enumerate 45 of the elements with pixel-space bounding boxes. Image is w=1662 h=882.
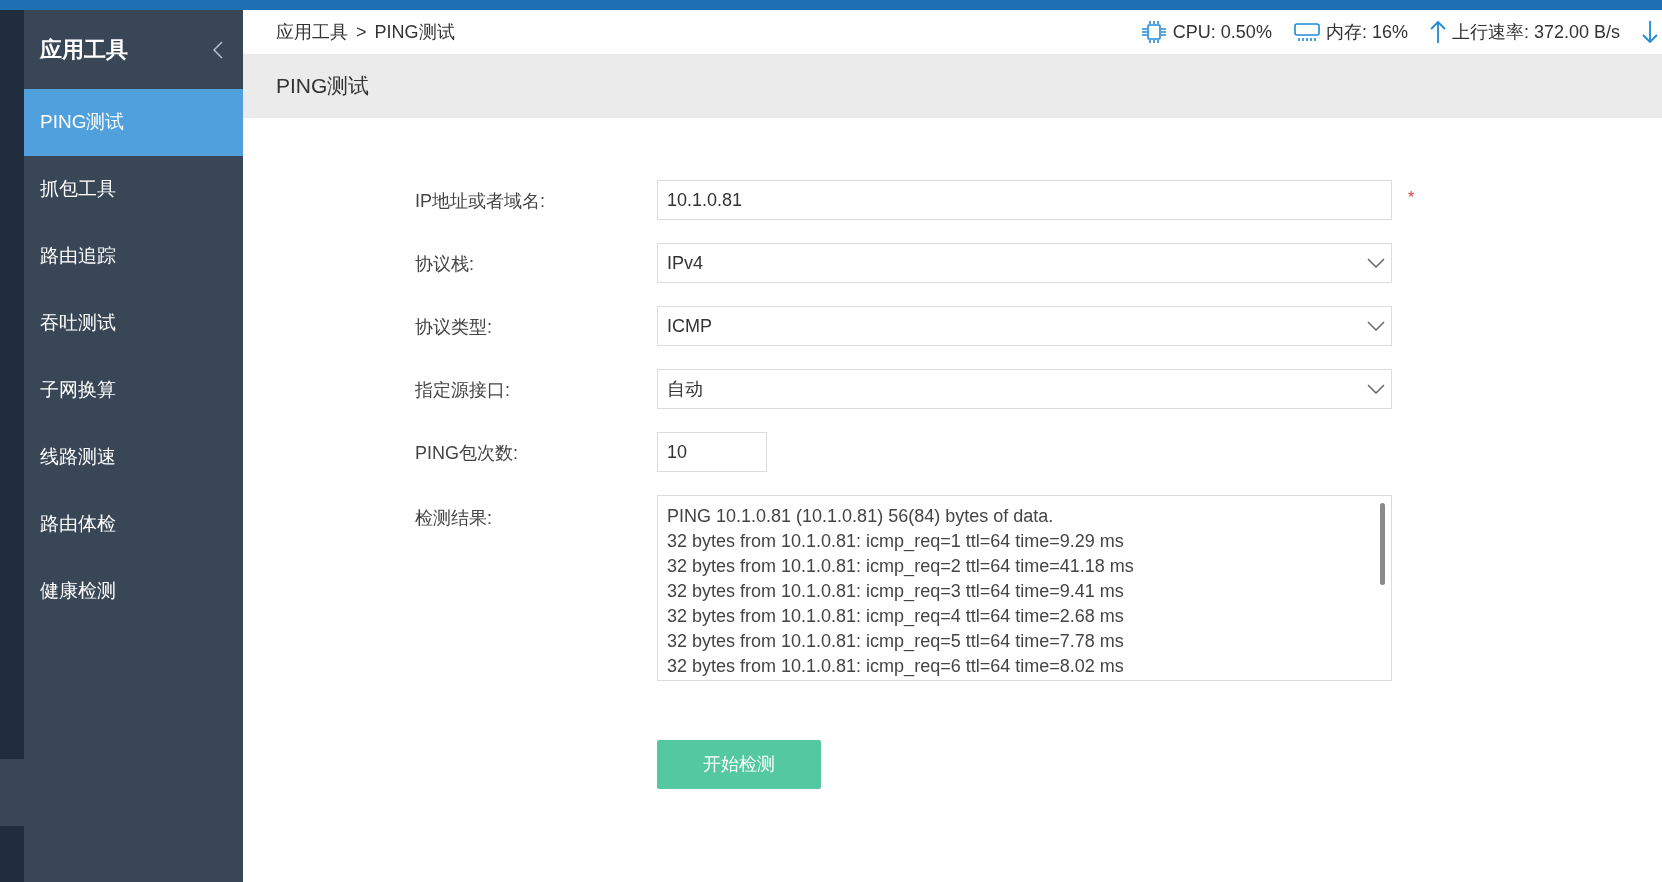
scrollbar-thumb[interactable] (1380, 503, 1385, 585)
field-label: 协议类型: (415, 316, 493, 339)
result-line: 32 bytes from 10.1.0.81: icmp_req=6 ttl=64 time=8.02 ms (667, 655, 1125, 679)
sidebar-title: 应用工具 (40, 36, 128, 64)
sidebar-item[interactable]: 路由体检 (24, 491, 243, 558)
dropdown[interactable]: ICMP (657, 306, 1392, 346)
result-line: 32 bytes from 10.1.0.81: icmp_req=1 ttl=64 time=9.29 ms (667, 530, 1125, 554)
breadcrumb-item[interactable]: 应用工具 (276, 18, 348, 46)
down-arrow-icon (1642, 20, 1658, 44)
dropdown[interactable]: IPv4 (657, 243, 1392, 283)
collapse-icon[interactable] (213, 40, 223, 59)
sidebar-item[interactable]: 抓包工具 (24, 156, 243, 223)
required-mark: * (1408, 188, 1415, 208)
dropdown-caret-icon (1367, 321, 1385, 331)
stat-text: 内存: 16% (1325, 20, 1408, 44)
side-strip (0, 826, 24, 882)
result-line: 32 bytes from 10.1.0.81: icmp_req=2 ttl=64 time=41.18 ms (667, 555, 1135, 579)
dropdown-caret-icon (1367, 258, 1385, 268)
dropdown-caret-icon (1367, 384, 1385, 394)
sidebar-item[interactable]: 线路测速 (24, 424, 243, 491)
page-title: PING测试 (276, 73, 370, 100)
sidebar-item[interactable]: 健康检测 (24, 558, 243, 625)
sidebar-item[interactable]: 路由追踪 (24, 223, 243, 290)
text-field[interactable]: 10 (657, 432, 767, 472)
text-field[interactable]: 10.1.0.81 (657, 180, 1392, 220)
sidebar-item[interactable]: 吞吐测试 (24, 290, 243, 357)
dropdown[interactable]: 自动 (657, 369, 1392, 409)
result-line: 32 bytes from 10.1.0.81: icmp_req=4 ttl=64 time=2.68 ms (667, 605, 1125, 629)
field-label: 协议栈: (415, 253, 475, 276)
result-line: 32 bytes from 10.1.0.81: icmp_req=5 ttl=64 time=7.78 ms (667, 630, 1125, 654)
field-label: IP地址或者域名: (415, 190, 546, 213)
chip-icon (1140, 20, 1167, 44)
result-line: PING 10.1.0.81 (10.1.0.81) 56(84) bytes of data. (667, 505, 1055, 528)
breadcrumb-separator: > (356, 20, 367, 44)
stat-text: 上行速率: 372.00 B/s (1451, 20, 1620, 44)
stat-text: CPU: 0.50% (1172, 20, 1272, 44)
result-box[interactable] (657, 495, 1392, 681)
result-line: 32 bytes from 10.1.0.81: icmp_req=3 ttl=64 time=9.41 ms (667, 580, 1125, 604)
memory-icon (1293, 21, 1320, 43)
field-label: 指定源接口: (415, 379, 511, 402)
up-arrow-icon (1429, 20, 1446, 44)
sidebar-item[interactable]: 子网换算 (24, 357, 243, 424)
field-label: PING包次数: (415, 442, 519, 465)
breadcrumb-item: PING测试 (374, 20, 455, 44)
field-label: 检测结果: (415, 507, 493, 530)
